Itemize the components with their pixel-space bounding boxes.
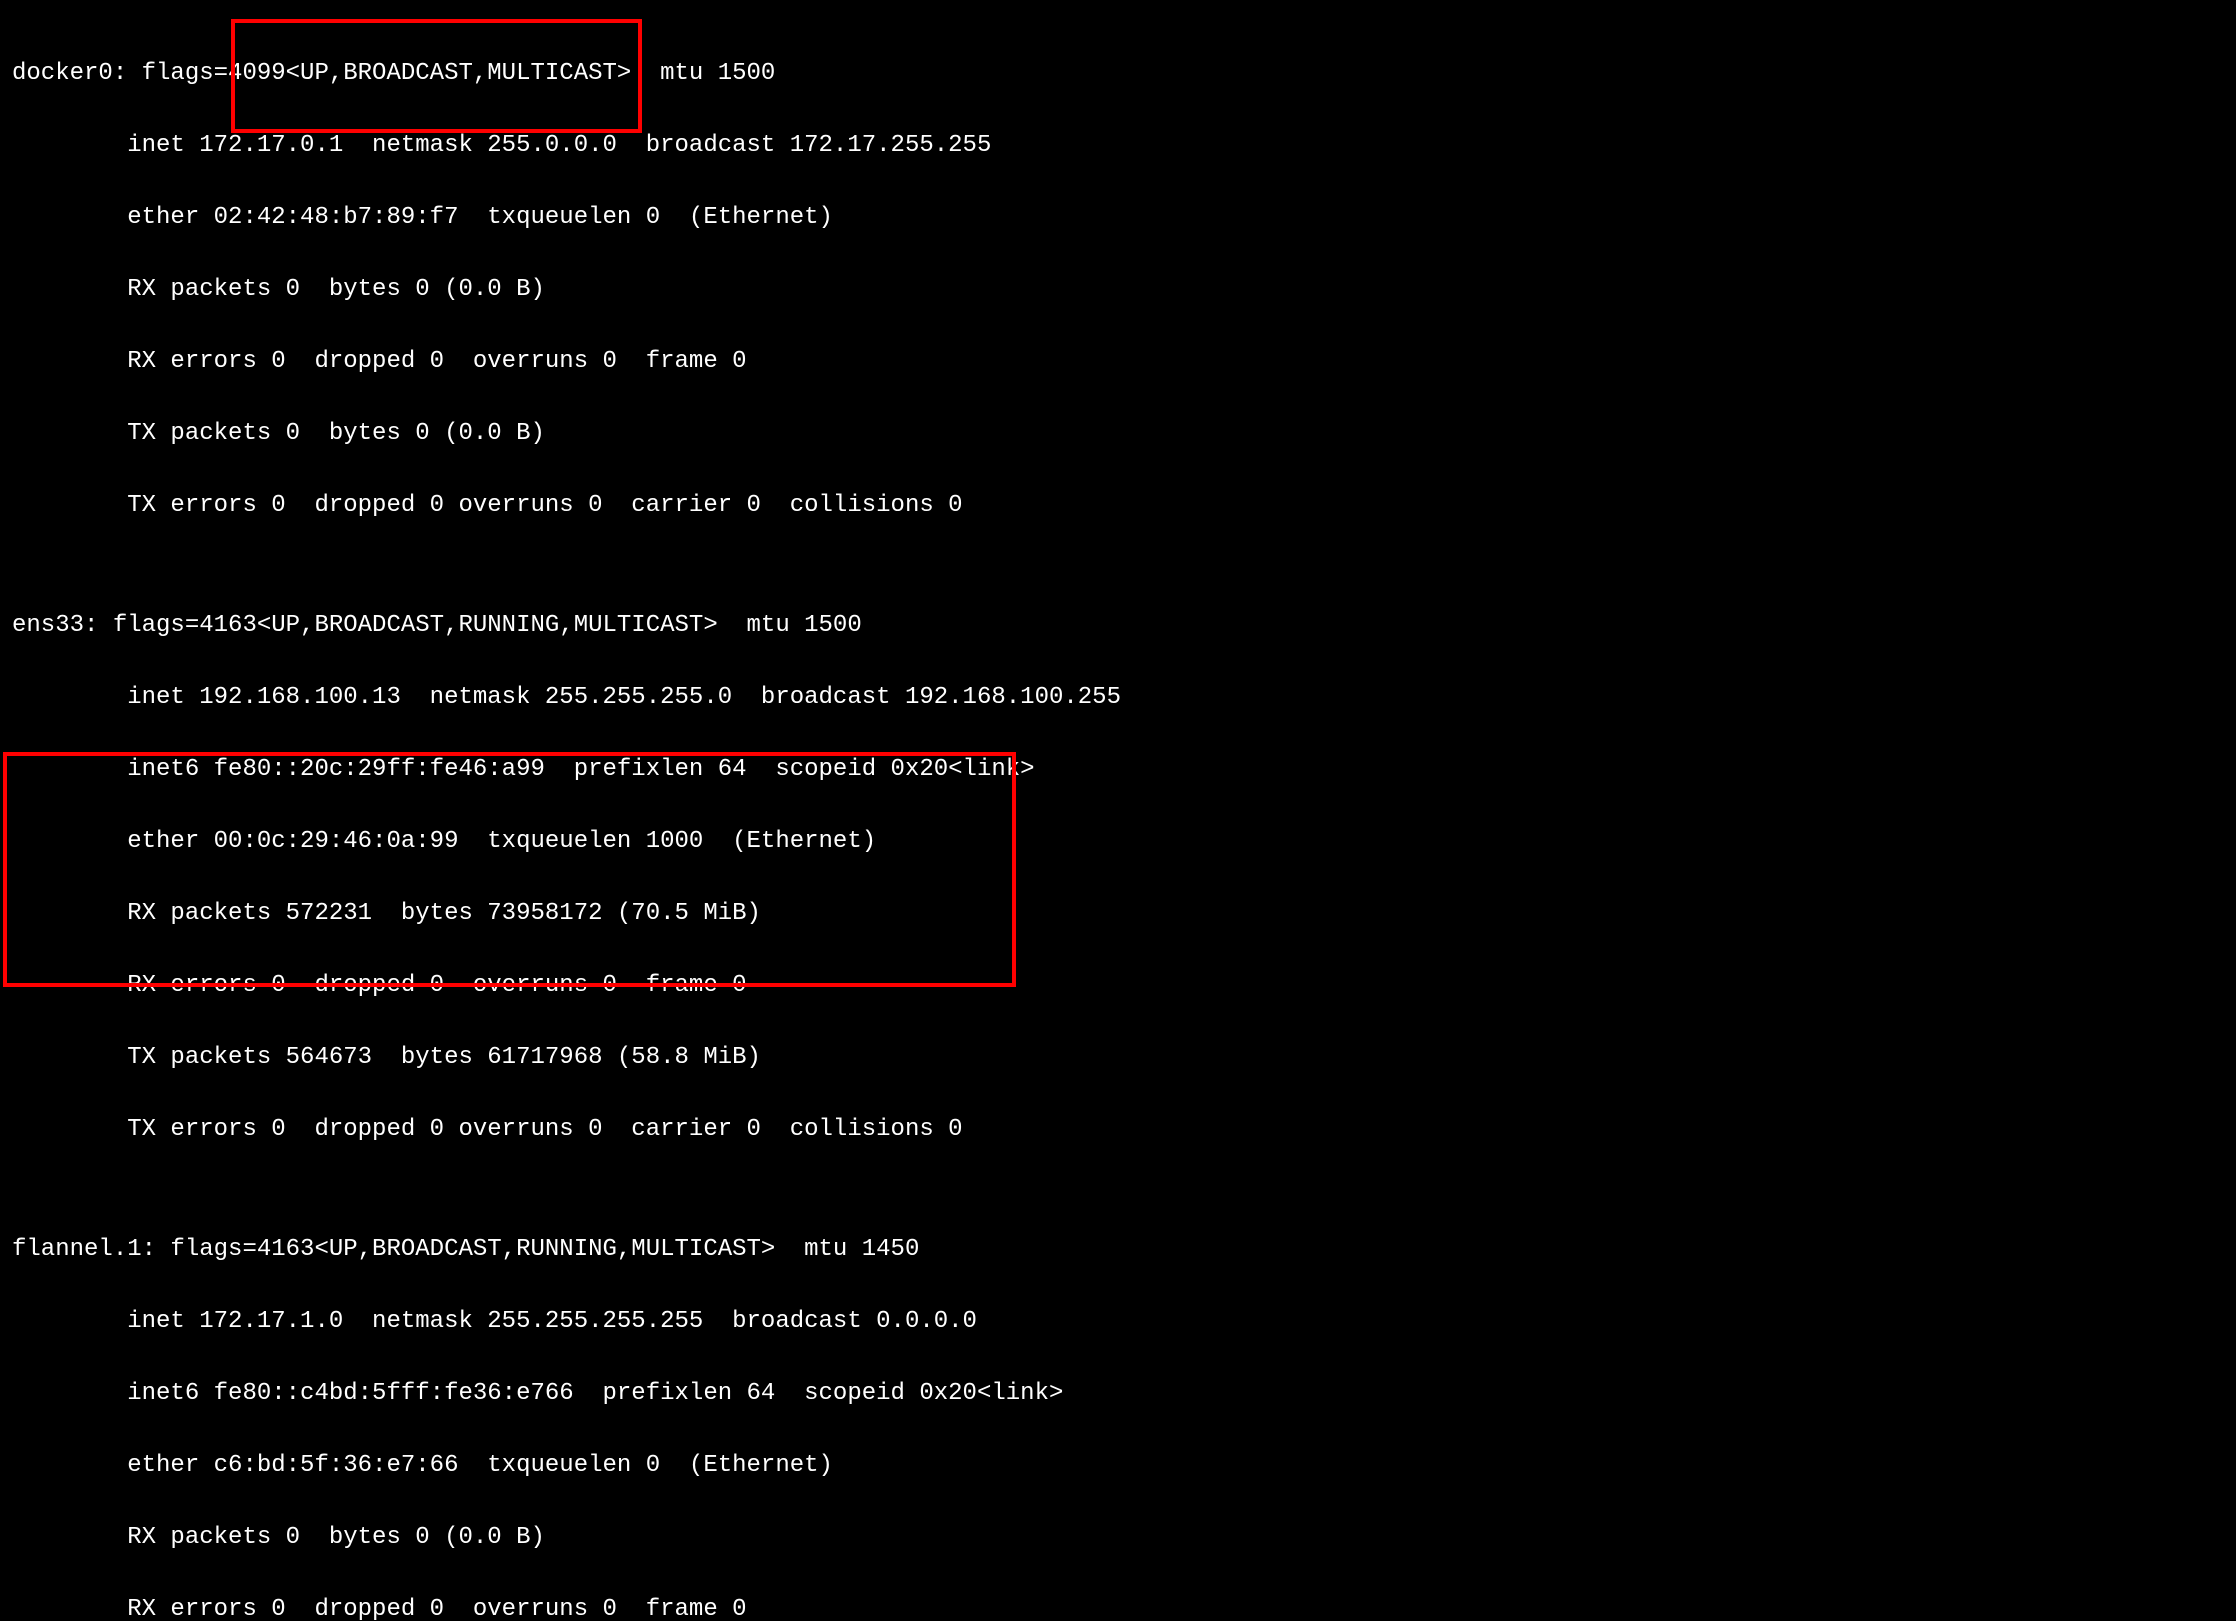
ifconfig-line: TX errors 0 dropped 0 overruns 0 carrier… [12, 1118, 2224, 1142]
ifconfig-line: ether 02:42:48:b7:89:f7 txqueuelen 0 (Et… [12, 206, 2224, 230]
ifconfig-line: RX errors 0 dropped 0 overruns 0 frame 0 [12, 974, 2224, 998]
highlight-box-flannel1 [3, 752, 1016, 987]
ifconfig-line: ether c6:bd:5f:36:e7:66 txqueuelen 0 (Et… [12, 1454, 2224, 1478]
ifconfig-line: ether 00:0c:29:46:0a:99 txqueuelen 1000 … [12, 830, 2224, 854]
ifconfig-line: inet6 fe80::c4bd:5fff:fe36:e766 prefixle… [12, 1382, 2224, 1406]
ifconfig-line: ens33: flags=4163<UP,BROADCAST,RUNNING,M… [12, 614, 2224, 638]
ifconfig-line: inet6 fe80::20c:29ff:fe46:a99 prefixlen … [12, 758, 2224, 782]
ifconfig-line: TX errors 0 dropped 0 overruns 0 carrier… [12, 494, 2224, 518]
ifconfig-line: RX packets 0 bytes 0 (0.0 B) [12, 1526, 2224, 1550]
ifconfig-line: RX packets 0 bytes 0 (0.0 B) [12, 278, 2224, 302]
ifconfig-line: inet 172.17.1.0 netmask 255.255.255.255 … [12, 1310, 2224, 1334]
terminal-output[interactable]: docker0: flags=4099<UP,BROADCAST,MULTICA… [0, 0, 2236, 1621]
ifconfig-line: RX errors 0 dropped 0 overruns 0 frame 0 [12, 1598, 2224, 1621]
ifconfig-line: TX packets 0 bytes 0 (0.0 B) [12, 422, 2224, 446]
ifconfig-line: inet 192.168.100.13 netmask 255.255.255.… [12, 686, 2224, 710]
ifconfig-line: inet 172.17.0.1 netmask 255.0.0.0 broadc… [12, 134, 2224, 158]
ifconfig-line: flannel.1: flags=4163<UP,BROADCAST,RUNNI… [12, 1238, 2224, 1262]
ifconfig-line: docker0: flags=4099<UP,BROADCAST,MULTICA… [12, 62, 2224, 86]
ifconfig-line: RX packets 572231 bytes 73958172 (70.5 M… [12, 902, 2224, 926]
ifconfig-line: RX errors 0 dropped 0 overruns 0 frame 0 [12, 350, 2224, 374]
ifconfig-line: TX packets 564673 bytes 61717968 (58.8 M… [12, 1046, 2224, 1070]
